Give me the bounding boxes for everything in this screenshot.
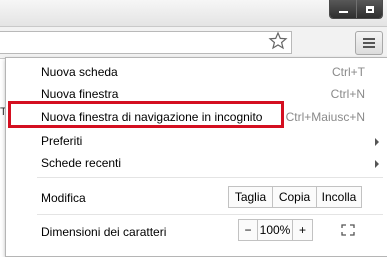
fullscreen-icon[interactable] xyxy=(341,224,355,236)
menu-item-new-window[interactable]: Nuova finestra xyxy=(41,87,118,101)
menu-item-edit: Modifica xyxy=(41,191,86,205)
zoom-level: 100% xyxy=(258,219,293,241)
shortcut-new-window: Ctrl+N xyxy=(330,87,365,101)
highlight-box xyxy=(8,101,284,128)
star-icon[interactable] xyxy=(268,31,288,51)
edit-buttons: Taglia Copia Incolla xyxy=(228,186,362,208)
title-bar xyxy=(0,0,387,27)
submenu-arrow-icon xyxy=(375,138,379,146)
zoom-out-button[interactable]: − xyxy=(238,219,258,241)
menu-icon[interactable] xyxy=(355,31,383,55)
address-bar[interactable] xyxy=(0,31,292,54)
minimize-icon xyxy=(338,11,348,13)
maximize-button[interactable] xyxy=(356,0,382,18)
maximize-icon xyxy=(365,5,374,13)
window-controls xyxy=(329,0,383,19)
submenu-arrow-icon xyxy=(375,160,379,168)
menu-item-zoom: Dimensioni dei caratteri xyxy=(41,225,167,239)
browser-menu: Nuova scheda Ctrl+T Nuova finestra Ctrl+… xyxy=(5,57,387,257)
zoom-controls: − 100% + xyxy=(238,219,313,241)
zoom-in-button[interactable]: + xyxy=(293,219,313,241)
menu-separator xyxy=(37,214,383,215)
copy-button[interactable]: Copia xyxy=(273,186,317,208)
cut-button[interactable]: Taglia xyxy=(228,186,273,208)
shortcut-new-tab: Ctrl+T xyxy=(332,65,365,79)
menu-item-new-tab[interactable]: Nuova scheda xyxy=(41,65,118,79)
menu-separator xyxy=(37,177,383,178)
shortcut-incognito: Ctrl+Maiusc+N xyxy=(285,110,365,124)
menu-item-bookmarks[interactable]: Preferiti xyxy=(41,134,82,148)
menu-item-recent-tabs[interactable]: Schede recenti xyxy=(41,156,121,170)
paste-button[interactable]: Incolla xyxy=(317,186,362,208)
browser-toolbar xyxy=(0,27,387,59)
minimize-button[interactable] xyxy=(330,0,356,18)
